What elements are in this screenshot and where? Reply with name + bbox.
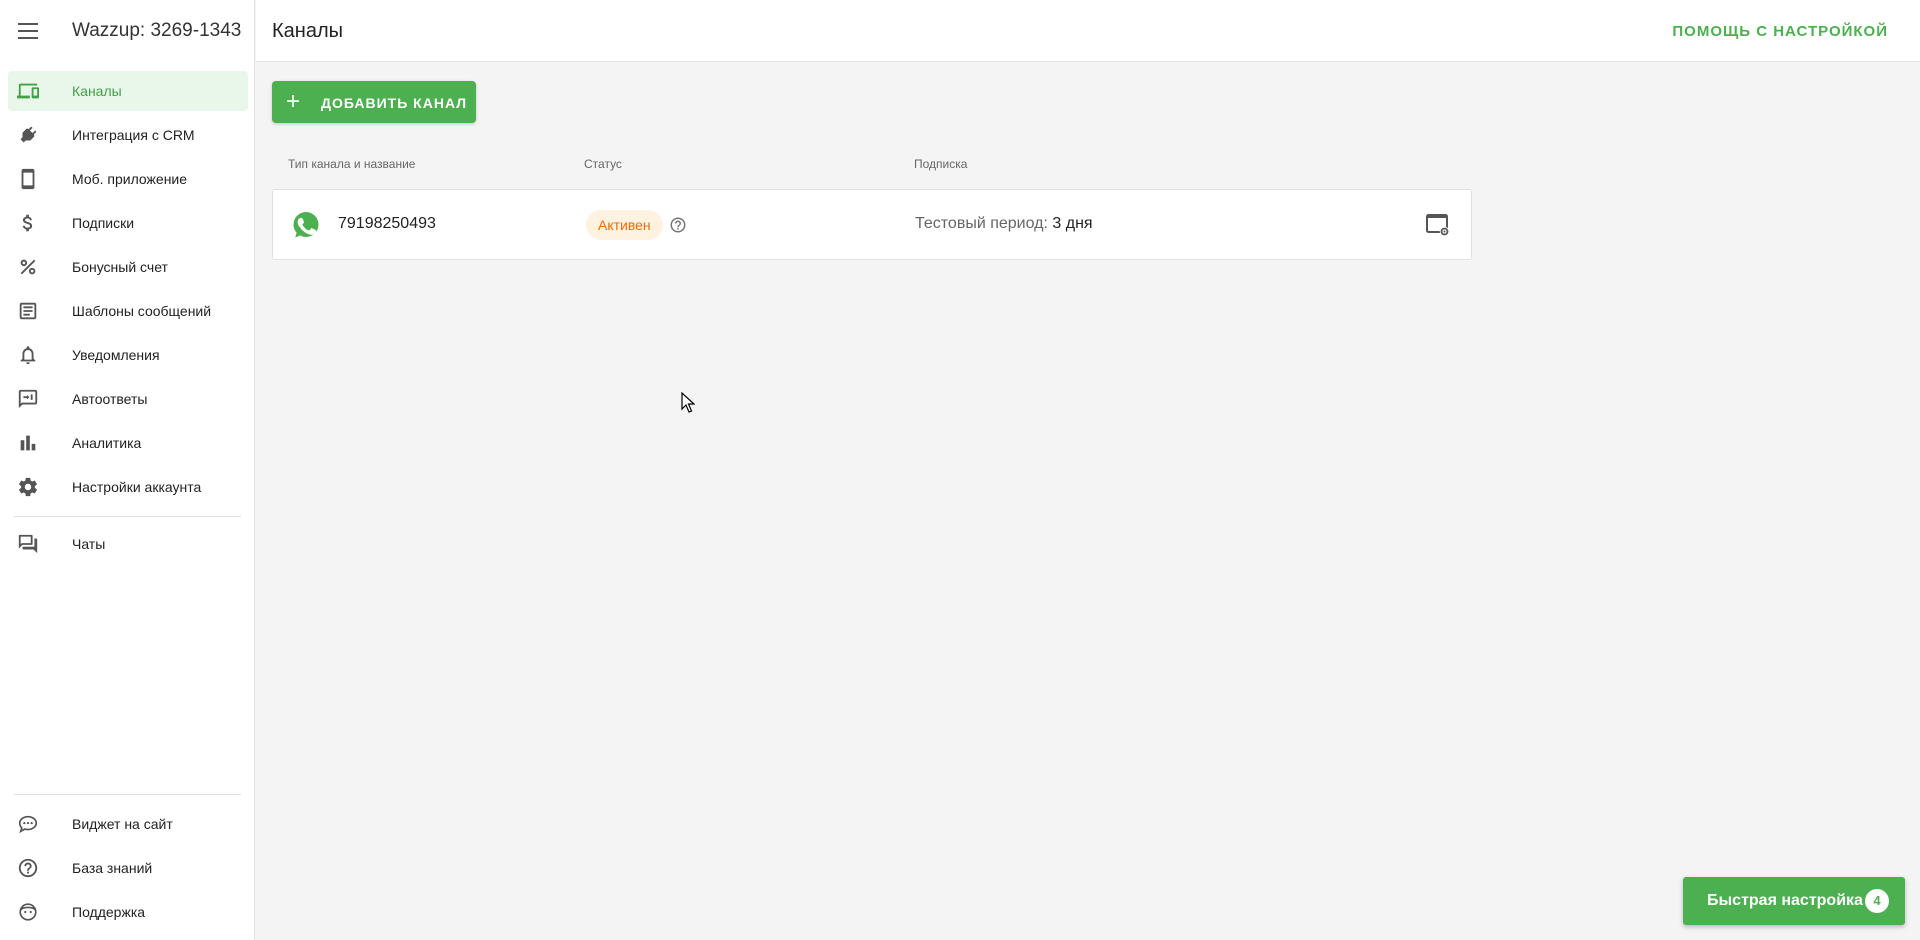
subscription-info: Тестовый период: 3 дня [915, 215, 1093, 233]
column-header-channel: Тип канала и название [288, 157, 416, 171]
sidebar-item-mobile-app[interactable]: Моб. приложение [8, 159, 248, 199]
sidebar-item-channels[interactable]: Каналы [8, 71, 248, 111]
sidebar-item-label: Подписки [72, 215, 135, 231]
sidebar-item-chats[interactable]: Чаты [8, 524, 248, 564]
chat-icon [17, 533, 39, 555]
whatsapp-icon [292, 211, 320, 239]
sidebar-item-label: Моб. приложение [72, 171, 188, 187]
sidebar-header: Wazzup: 3269-1343 [0, 0, 254, 62]
sidebar-item-label: Автоответы [72, 391, 148, 407]
quick-setup-count-badge: 4 [1865, 889, 1889, 913]
sidebar-divider [14, 516, 241, 517]
quick-setup-label: Быстрая настройка [1707, 892, 1863, 909]
sidebar-item-label: Настройки аккаунта [72, 479, 202, 495]
sidebar-item-subscriptions[interactable]: Подписки [8, 203, 248, 243]
sidebar-item-label: Поддержка [72, 904, 146, 920]
devices-icon [17, 80, 39, 102]
sidebar-item-label: Каналы [72, 83, 122, 99]
sidebar-item-templates[interactable]: Шаблоны сообщений [8, 291, 248, 331]
sidebar-divider [14, 794, 241, 795]
add-channel-label: ДОБАВИТЬ КАНАЛ [321, 95, 468, 111]
support-face-icon [17, 901, 39, 923]
sidebar-item-label: Виджет на сайт [72, 816, 173, 832]
column-header-subscription: Подписка [914, 157, 968, 171]
dollar-icon [17, 212, 39, 234]
sidebar-item-label: Уведомления [72, 347, 160, 363]
sidebar-item-label: Чаты [72, 536, 106, 552]
chat-bubble-icon [17, 813, 39, 835]
subscription-value: 3 дня [1052, 215, 1093, 232]
status-help-icon[interactable] [669, 216, 687, 234]
bar-chart-icon [17, 432, 39, 454]
subscription-label: Тестовый период: [915, 215, 1048, 232]
sidebar-item-widget[interactable]: Виджет на сайт [8, 804, 248, 844]
account-title: Wazzup: 3269-1343 [72, 20, 242, 41]
plus-icon: + [286, 88, 301, 115]
sidebar-item-autoreplies[interactable]: Автоответы [8, 379, 248, 419]
setup-help-link[interactable]: ПОМОЩЬ С НАСТРОЙКОЙ [1672, 23, 1888, 40]
channel-row[interactable]: 79198250493 Активен Тестовый период: 3 д… [272, 189, 1472, 260]
status-badge: Активен [586, 210, 663, 240]
sidebar-item-label: Аналитика [72, 435, 142, 451]
sidebar: Wazzup: 3269-1343 Каналы Интеграция с CR… [0, 0, 255, 940]
sidebar-item-label: Шаблоны сообщений [72, 303, 212, 319]
sidebar-item-label: Бонусный счет [72, 259, 168, 275]
menu-icon[interactable] [18, 23, 38, 39]
channel-name: 79198250493 [338, 215, 436, 232]
sidebar-item-knowledge-base[interactable]: База знаний [8, 848, 248, 888]
smartphone-icon [17, 168, 39, 190]
add-channel-button[interactable]: + ДОБАВИТЬ КАНАЛ [272, 81, 476, 123]
top-bar: Каналы ПОМОЩЬ С НАСТРОЙКОЙ [256, 0, 1920, 62]
mouse-cursor-icon [681, 391, 696, 414]
gear-icon [17, 476, 39, 498]
quick-setup-button[interactable]: Быстрая настройка 4 [1683, 877, 1905, 925]
sidebar-item-account-settings[interactable]: Настройки аккаунта [8, 467, 248, 507]
plug-icon [17, 124, 39, 146]
sidebar-item-crm[interactable]: Интеграция с CRM [8, 115, 248, 155]
sidebar-item-label: Интеграция с CRM [72, 127, 195, 143]
percent-icon [17, 256, 39, 278]
page-title: Каналы [272, 20, 343, 42]
sidebar-item-analytics[interactable]: Аналитика [8, 423, 248, 463]
autoreply-icon [17, 388, 39, 410]
help-circle-icon [17, 857, 39, 879]
column-header-status: Статус [584, 157, 622, 171]
sidebar-item-notifications[interactable]: Уведомления [8, 335, 248, 375]
bell-icon [17, 344, 39, 366]
document-icon [17, 300, 39, 322]
channel-settings-icon[interactable] [1425, 212, 1451, 238]
sidebar-item-label: База знаний [72, 860, 153, 876]
sidebar-item-support[interactable]: Поддержка [8, 892, 248, 932]
sidebar-item-bonus[interactable]: Бонусный счет [8, 247, 248, 287]
